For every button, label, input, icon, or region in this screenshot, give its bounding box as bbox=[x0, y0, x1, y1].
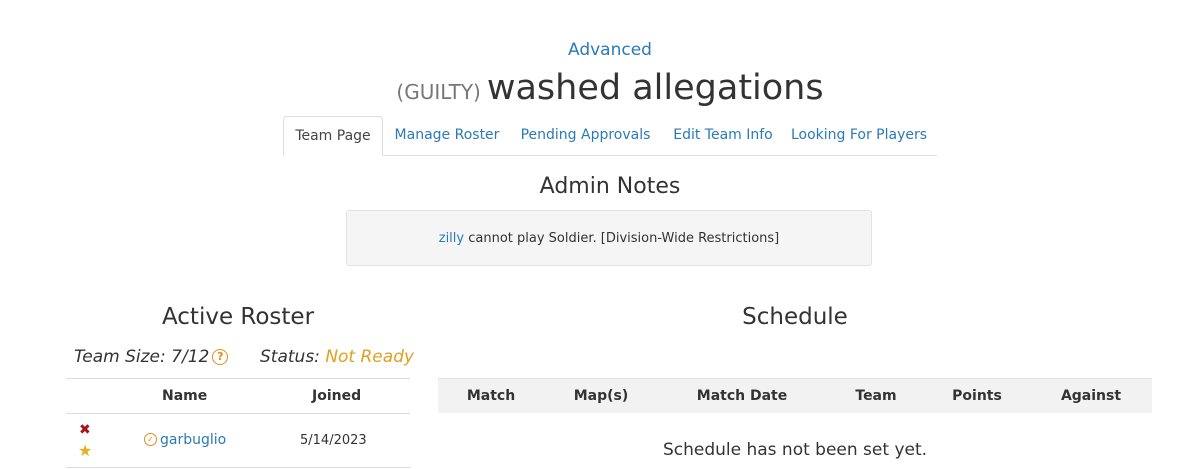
status-value: Not Ready bbox=[325, 347, 415, 367]
restricted-player-link[interactable]: zilly bbox=[439, 231, 464, 246]
team-tag: (GUILTY) bbox=[396, 80, 481, 104]
admin-notes-box: zilly cannot play Soldier. [Division-Wid… bbox=[346, 210, 872, 266]
roster-row: ✖ ★ ✓ garbuglio 5/14/2023 bbox=[66, 414, 410, 468]
schedule-col-maps: Map(s) bbox=[573, 388, 629, 404]
schedule-col-match-date: Match Date bbox=[696, 388, 788, 404]
team-size-label: Team Size: bbox=[74, 347, 166, 367]
admin-notes-title: Admin Notes bbox=[539, 174, 681, 199]
roster-table-header: Name Joined bbox=[66, 378, 410, 414]
question-circle-icon[interactable]: ? bbox=[212, 349, 229, 365]
tab-edit-team-info[interactable]: Edit Team Info bbox=[663, 116, 783, 155]
team-name: washed allegations bbox=[486, 68, 824, 108]
team-tabs: Team Page Manage Roster Pending Approval… bbox=[283, 116, 937, 156]
tab-team-page[interactable]: Team Page bbox=[283, 116, 383, 156]
team-size-value: 7/12 bbox=[171, 347, 210, 367]
roster-col-joined: Joined bbox=[312, 388, 362, 404]
team-size: Team Size: 7/12? bbox=[74, 347, 229, 367]
schedule-col-match: Match bbox=[466, 388, 516, 404]
schedule-table-header: Match Map(s) Match Date Team Points Agai… bbox=[438, 378, 1152, 413]
tab-manage-roster[interactable]: Manage Roster bbox=[384, 116, 510, 155]
check-circle-icon: ✓ bbox=[144, 433, 157, 446]
x-mark-icon[interactable]: ✖ bbox=[79, 422, 91, 438]
star-icon: ★ bbox=[78, 441, 93, 460]
schedule-empty-message: Schedule has not been set yet. bbox=[662, 440, 928, 460]
schedule-col-team: Team bbox=[855, 388, 897, 404]
tab-looking-for-players[interactable]: Looking For Players bbox=[789, 116, 929, 155]
division-link[interactable]: Advanced bbox=[0, 40, 1200, 60]
restriction-text: cannot play Soldier. [Division-Wide Rest… bbox=[464, 231, 780, 246]
player-name-link[interactable]: garbuglio bbox=[160, 432, 226, 448]
roster-title: Active Roster bbox=[161, 304, 315, 330]
tab-pending-approvals[interactable]: Pending Approvals bbox=[513, 116, 658, 155]
team-title: (GUILTY) washed allegations bbox=[0, 68, 1200, 108]
player-joined-date: 5/14/2023 bbox=[300, 433, 367, 448]
team-status: Status: Not Ready bbox=[260, 347, 414, 367]
roster-col-name: Name bbox=[162, 388, 208, 404]
schedule-col-points: Points bbox=[952, 388, 1002, 404]
schedule-title: Schedule bbox=[742, 304, 848, 330]
schedule-col-against: Against bbox=[1060, 388, 1122, 404]
status-label: Status: bbox=[260, 347, 320, 367]
